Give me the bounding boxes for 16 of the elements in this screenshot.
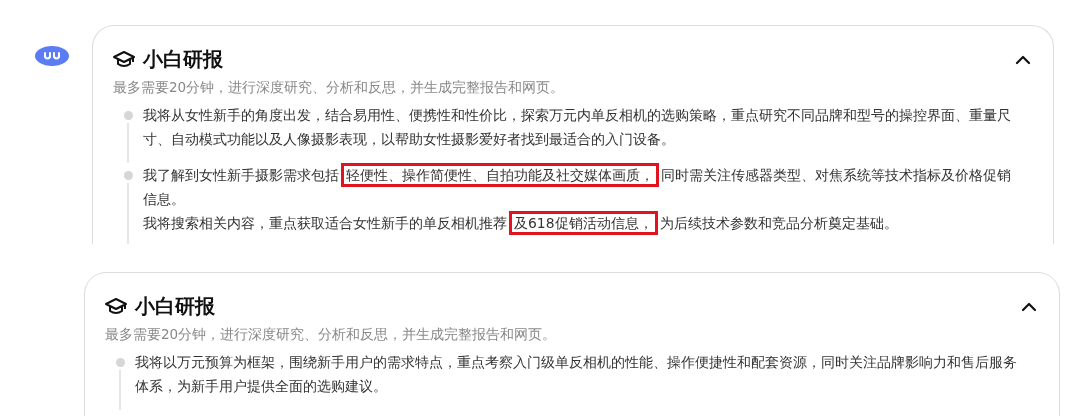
card-title: 小白研报 [135, 293, 216, 320]
card-subtitle: 最多需要20分钟，进行深度研究、分析和反思，并生成完整报告和网页。 [113, 79, 566, 97]
collapse-icon[interactable] [1021, 301, 1037, 312]
step-text: 我将搜索相关内容，重点获取适合女性新手的单反相机推荐 及618促销活动信息， 为后续技术参数和竞品分析奠定基础。 [143, 211, 1021, 235]
step-text: 我将从女性新手的角度出发，结合易用性、便携性和性价比，探索万元内单反相机的选购策略，重点研究不同品牌和型号的操控界面、重量尺寸、自动模式功能以及人像摄影表现，以帮助女性摄影爱好者找到最适合的入门设备。 [143, 106, 1012, 149]
graduation-cap-icon [105, 297, 127, 316]
logo-icon [34, 45, 70, 67]
graduation-cap-icon [113, 50, 135, 69]
card-title: 小白研报 [143, 46, 224, 73]
collapse-icon[interactable] [1015, 54, 1031, 65]
step-dot [123, 111, 133, 120]
card-subtitle: 最多需要20分钟，进行深度研究、分析和反思，并生成完整报告和网页。 [105, 326, 558, 344]
step-text: 我了解到女性新手摄影需求包括 轻便性、操作简便性、自拍功能及社交媒体画质， 同时需关注传感器类型、对焦系统等技术指标及价格促销信息。 [143, 163, 1021, 211]
step-dot [123, 171, 133, 180]
step-dot [115, 358, 125, 367]
step-text: 我将以万元预算为框架，围绕新手用户的需求特点，重点考察入门级单反相机的性能、操作便捷性和配套资源，同时关注品牌影响力和售后服务体系，为新手用户提供全面的选购建议。 [135, 353, 1018, 396]
